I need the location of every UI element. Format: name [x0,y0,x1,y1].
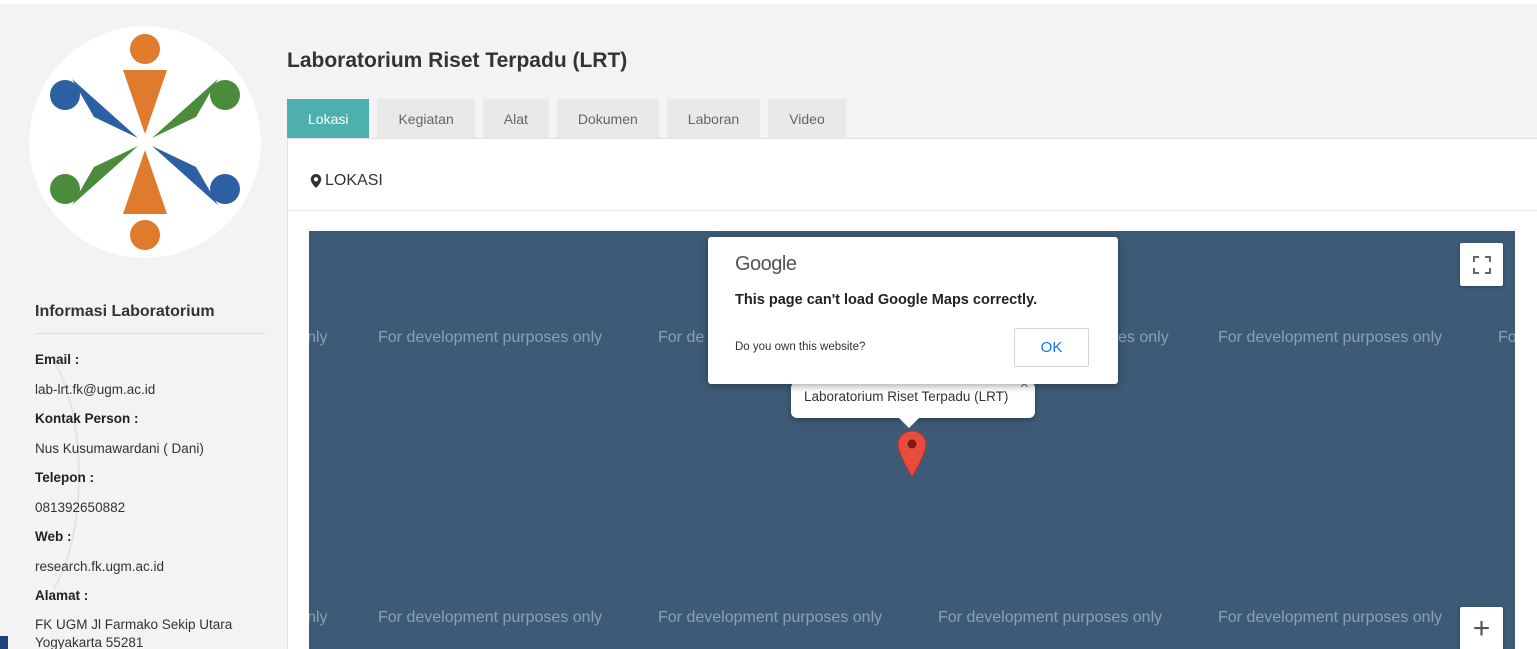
dialog-question-link[interactable]: Do you own this website? [735,341,865,353]
email-value[interactable]: lab-lrt.fk@ugm.ac.id [35,375,270,405]
tab-video[interactable]: Video [768,99,846,139]
top-band [0,0,1537,4]
map-watermark: For development purposes only [658,609,883,626]
contact-label: Kontak Person : [35,411,139,426]
tab-bar: Lokasi Kegiatan Alat Dokumen Laboran Vid… [287,99,854,139]
tab-kegiatan[interactable]: Kegiatan [377,99,475,139]
google-map[interactable]: nly For development purposes only For de… [309,231,1515,649]
info-window-text: Laboratorium Riset Terpadu (LRT) [804,389,1009,404]
map-watermark: For development purposes only [378,609,603,626]
map-pin-icon[interactable] [896,429,928,479]
google-maps-error-dialog: Google This page can't load Google Maps … [708,237,1118,384]
contact-value: Nus Kusumawardani ( Dani) [35,440,204,456]
map-watermark: Fo [1498,329,1515,346]
fullscreen-button[interactable] [1460,243,1503,286]
address-value: FK UGM Jl Farmako Sekip Utara Yogyakarta… [35,611,270,649]
map-watermark: nly [309,609,328,626]
address-line-2: Yogyakarta 55281 [35,634,144,649]
lab-logo-icon [50,34,240,250]
email-label: Email : [35,352,80,367]
address-label: Alamat : [35,588,89,603]
address-line-1: FK UGM Jl Farmako Sekip Utara [35,616,233,632]
zoom-in-button[interactable]: + [1460,607,1503,649]
panel-title-text: LOKASI [325,172,383,189]
web-value[interactable]: research.fk.ugm.ac.id [35,552,270,582]
tab-lokasi[interactable]: Lokasi [287,99,370,139]
map-marker-icon [310,174,322,188]
panel-header: LOKASI [288,139,1537,211]
map-watermark: nly [309,329,328,346]
left-accent [0,636,8,649]
tab-alat[interactable]: Alat [482,99,549,139]
tab-laboran[interactable]: Laboran [666,99,761,139]
page-title: Laboratorium Riset Terpadu (LRT) [287,49,628,72]
map-watermark: For development purposes only [938,609,1163,626]
google-logo: Google [735,253,797,275]
web-label: Web : [35,529,72,544]
map-watermark: For de [658,329,705,346]
lab-logo [29,26,261,258]
info-list: Email : lab-lrt.fk@ugm.ac.id Kontak Pers… [35,345,270,649]
info-divider [35,333,266,334]
map-info-window: Laboratorium Riset Terpadu (LRT) × [791,376,1035,428]
info-title: Informasi Laboratorium [35,303,215,320]
map-watermark: For development purposes only [1218,609,1443,626]
panel-title: LOKASI [310,172,383,190]
fullscreen-icon [1472,255,1491,274]
dialog-ok-button[interactable]: OK [1014,328,1089,367]
sidebar: Informasi Laboratorium Email : lab-lrt.f… [10,5,275,649]
map-watermark: For development purposes only [1218,329,1443,346]
tab-dokumen[interactable]: Dokumen [556,99,659,139]
map-watermark: es only [1118,329,1169,346]
dialog-message: This page can't load Google Maps correct… [735,292,1038,308]
phone-value: 081392650882 [35,499,126,515]
map-watermark: For development purposes only [378,329,603,346]
phone-label: Telepon : [35,470,94,485]
